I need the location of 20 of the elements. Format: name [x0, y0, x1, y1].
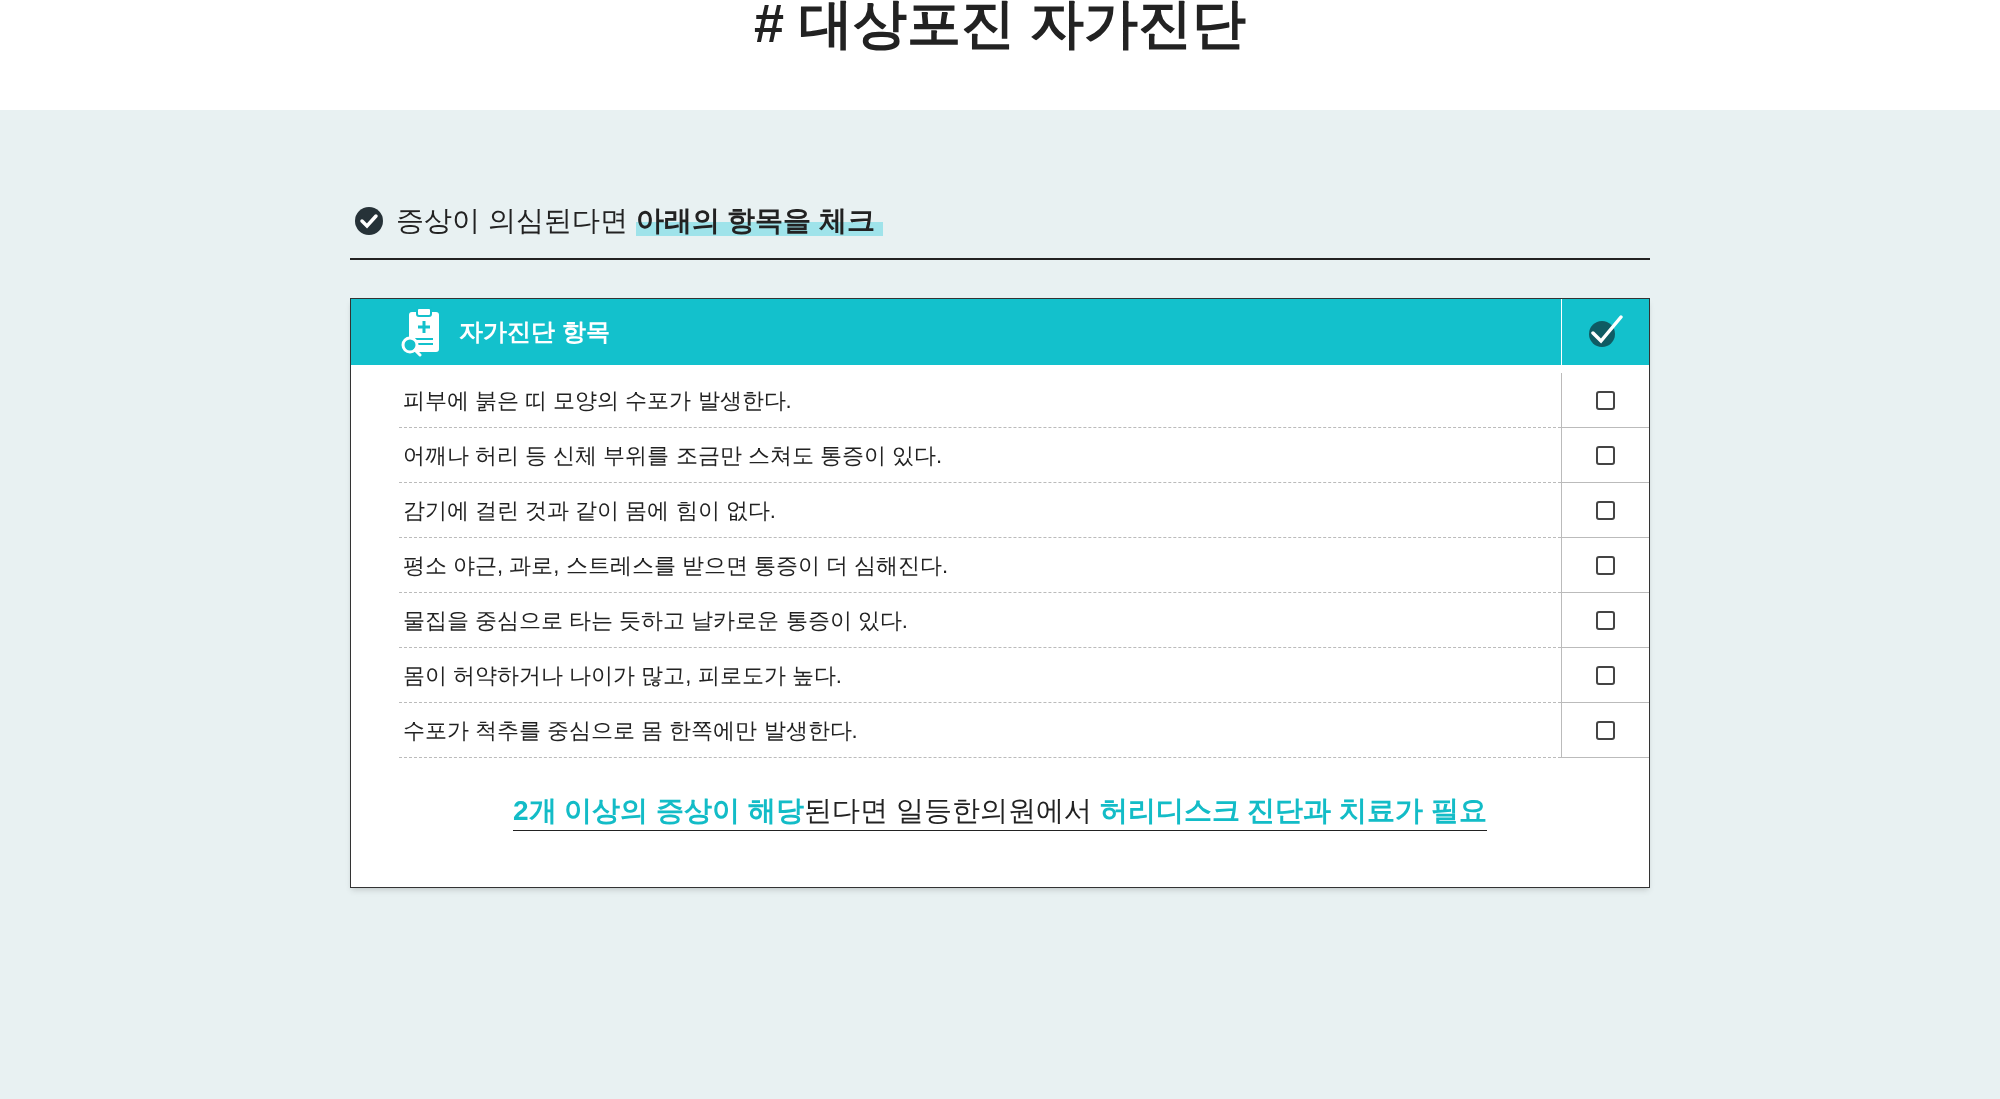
section-heading: 증상이 의심된다면 아래의 항목을 체크 [396, 200, 884, 242]
header-label: 자가진단 항목 [459, 317, 610, 347]
symptom-text: 물집을 중심으로 타는 듯하고 날카로운 통증이 있다. [402, 606, 908, 635]
checkbox[interactable] [1596, 500, 1615, 520]
conclusion-text: 2개 이상의 증상이 해당된다면 일등한의원에서 허리디스크 진단과 치료가 필요 [513, 792, 1487, 831]
symptom-text: 어깨나 허리 등 신체 부위를 조금만 스쳐도 통증이 있다. [402, 441, 942, 470]
checkbox[interactable] [1596, 555, 1615, 575]
checkbox[interactable] [1596, 665, 1615, 685]
symptom-text: 수포가 척추를 중심으로 몸 한쪽에만 발생한다. [402, 716, 858, 745]
checkbox[interactable] [1596, 720, 1615, 740]
symptom-text: 피부에 붉은 띠 모양의 수포가 발생한다. [402, 386, 792, 415]
check-circle-icon [1586, 315, 1625, 349]
symptom-text: 감기에 걸린 것과 같이 몸에 힘이 없다. [402, 496, 776, 525]
symptom-text: 평소 야근, 과로, 스트레스를 받으면 통증이 더 심해진다. [402, 551, 949, 580]
page-title: # 대상포진 자가진단 [753, 0, 1246, 50]
checkbox[interactable] [1596, 390, 1615, 410]
checkbox[interactable] [1596, 445, 1615, 465]
check-circle-icon [354, 206, 384, 236]
checkbox[interactable] [1596, 610, 1615, 630]
symptom-text: 몸이 허약하거나 나이가 많고, 피로도가 높다. [402, 661, 842, 690]
